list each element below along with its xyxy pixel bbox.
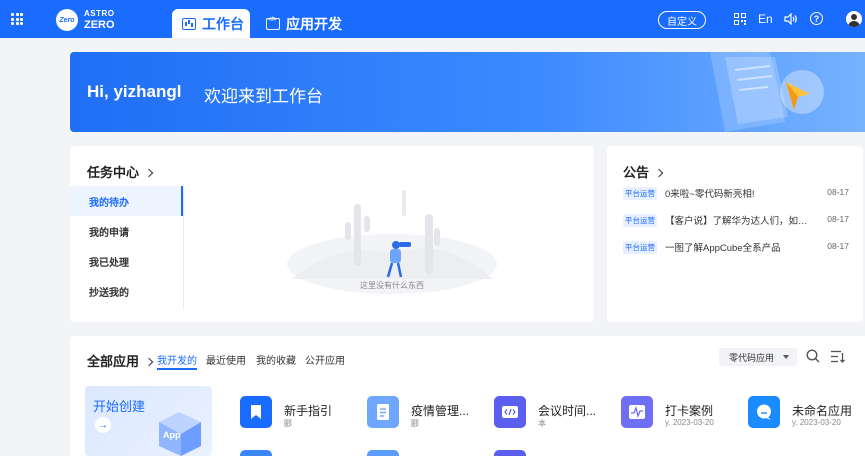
all-apps-title-text: 全部应用 — [87, 354, 140, 369]
avatar[interactable] — [846, 11, 862, 27]
top-bar: Zero ASTRO ZERO 工作台 应用开发 自定义 En ? — [0, 0, 865, 38]
code-icon — [266, 17, 280, 30]
app-name: 疫情管理... — [411, 404, 470, 418]
notice-tag: 平台运营 — [623, 187, 657, 200]
app-name: 新手指引 — [284, 404, 333, 418]
banner-illustration — [710, 52, 824, 132]
customize-button[interactable]: 自定义 — [658, 11, 706, 29]
pulse-icon — [621, 396, 653, 428]
logo-line2: ZERO — [84, 19, 115, 31]
notice-date: 08-17 — [827, 187, 849, 197]
speaker-icon[interactable] — [784, 13, 798, 25]
app-name: 未命名应用 — [792, 404, 853, 418]
notice-title-text: 公告 — [623, 165, 650, 180]
empty-text: 这里没有什么东西 — [360, 281, 424, 290]
task-center-title-text: 任务中心 — [87, 165, 140, 180]
app-name: 会议时间... — [538, 404, 597, 418]
create-app-tile[interactable]: 开始创建 → App — [85, 386, 212, 456]
notice-title[interactable]: 公告 — [623, 162, 664, 181]
notice-text: 【客户说】了解华为达人们，如… — [665, 216, 808, 227]
tab-app-development-label: 应用开发 — [286, 15, 342, 32]
app-tile[interactable]: 未命名应用 y. 2023-03-20 — [748, 396, 865, 436]
banner-welcome: 欢迎来到工作台 — [204, 87, 323, 106]
apps-tab-recent[interactable]: 最近使用 — [206, 352, 246, 367]
tab-app-development[interactable]: 应用开发 — [262, 9, 342, 38]
task-item-todo[interactable]: 我的待办 — [70, 186, 183, 216]
app-icon-partial — [240, 450, 272, 456]
app-icon-partial — [494, 450, 526, 456]
all-apps-title[interactable]: 全部应用 — [87, 351, 154, 370]
notice-card: 公告 平台运营 0来啦~零代码新亮相! 08-17 平台运营 【客户说】了解华为… — [607, 146, 863, 322]
notice-item[interactable]: 平台运营 【客户说】了解华为达人们，如… 08-17 — [623, 213, 849, 227]
help-icon[interactable]: ? — [810, 12, 823, 25]
task-item-handled[interactable]: 我已处理 — [70, 246, 183, 276]
notice-text: 一图了解AppCube全系产品 — [665, 243, 781, 254]
logo[interactable]: Zero ASTRO ZERO — [56, 7, 116, 33]
app-owner: 本 — [538, 419, 546, 428]
task-item-cc[interactable]: 抄送我的 — [70, 276, 183, 306]
logo-badge: Zero — [56, 9, 78, 31]
apps-tab-public[interactable]: 公开应用 — [305, 352, 345, 367]
code-icon — [494, 396, 526, 428]
create-app-label: 开始创建 — [93, 399, 146, 414]
sort-icon[interactable] — [831, 350, 845, 363]
notice-item[interactable]: 平台运营 一图了解AppCube全系产品 08-17 — [623, 240, 849, 254]
app-tile[interactable]: 疫情管理... 郾 — [367, 396, 487, 436]
app-tile[interactable]: 打卡案例 y. 2023-03-20 — [621, 396, 741, 436]
logo-line1: ASTRO — [84, 9, 115, 18]
banner-greeting: Hi, yizhangl — [87, 82, 182, 101]
chat-icon — [748, 396, 780, 428]
document-icon — [367, 396, 399, 428]
app-cube-illustration: App — [159, 412, 201, 456]
tab-workbench-label: 工作台 — [202, 15, 244, 32]
task-item-applications[interactable]: 我的申请 — [70, 216, 183, 246]
dashboard-icon — [182, 17, 196, 30]
apps-tab-favorites[interactable]: 我的收藏 — [256, 352, 296, 367]
tab-workbench[interactable]: 工作台 — [172, 9, 250, 38]
welcome-banner: Hi, yizhangl 欢迎来到工作台 — [70, 52, 865, 132]
app-owner: 郾 — [284, 419, 292, 428]
search-icon[interactable] — [806, 349, 820, 363]
notice-tag: 平台运营 — [623, 214, 657, 227]
task-center-card: 任务中心 我的待办 我的申请 我已处理 抄送我的 这里没有什么东西 — [70, 146, 594, 322]
app-owner: 郾 — [411, 419, 419, 428]
chevron-right-icon — [144, 357, 154, 367]
chevron-down-icon — [783, 355, 789, 359]
qr-code-icon[interactable] — [734, 13, 746, 25]
chevron-right-icon — [654, 168, 664, 178]
apps-tab-mine[interactable]: 我开发的 — [157, 352, 197, 370]
app-owner-date: y. 2023-03-20 — [792, 418, 841, 427]
notice-text: 0来啦~零代码新亮相! — [665, 189, 755, 200]
app-name: 打卡案例 — [665, 404, 714, 418]
notice-tag: 平台运营 — [623, 241, 657, 254]
notice-item[interactable]: 平台运营 0来啦~零代码新亮相! 08-17 — [623, 186, 849, 200]
bookmark-icon — [240, 396, 272, 428]
notice-date: 08-17 — [827, 214, 849, 224]
language-switch[interactable]: En — [758, 12, 773, 26]
app-type-select[interactable]: 零代码应用 — [719, 348, 797, 366]
arrow-right-icon: → — [95, 417, 111, 433]
task-menu: 我的待办 我的申请 我已处理 抄送我的 — [70, 186, 183, 306]
task-divider — [183, 186, 184, 308]
empty-illustration — [287, 190, 497, 294]
app-grid-icon[interactable] — [11, 13, 23, 25]
app-type-select-value: 零代码应用 — [729, 352, 775, 363]
task-center-title[interactable]: 任务中心 — [87, 162, 154, 181]
all-apps-card: 全部应用 我开发的 最近使用 我的收藏 公开应用 零代码应用 开始创建 → Ap… — [70, 336, 865, 456]
app-icon-partial — [367, 450, 399, 456]
notice-date: 08-17 — [827, 241, 849, 251]
app-cube-text: App — [163, 430, 181, 440]
app-tile[interactable]: 新手指引 郾 — [240, 396, 360, 436]
chevron-right-icon — [144, 168, 154, 178]
app-owner-date: y. 2023-03-20 — [665, 418, 714, 427]
app-tile[interactable]: 会议时间... 本 — [494, 396, 614, 436]
